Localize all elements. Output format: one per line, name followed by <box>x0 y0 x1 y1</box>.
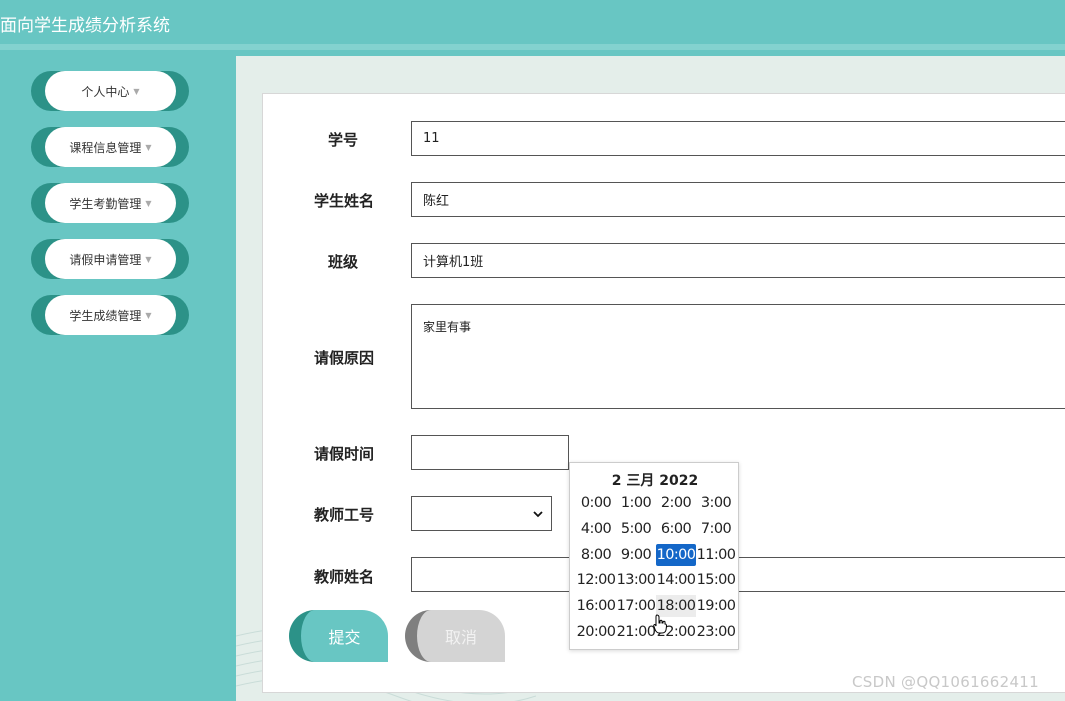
time-option[interactable]: 17:00 <box>616 595 656 617</box>
class-field[interactable]: 计算机1班 <box>411 243 1065 278</box>
caret-down-icon: ▼ <box>145 198 152 208</box>
student-name-label: 学生姓名 <box>314 192 375 210</box>
time-option[interactable]: 8:00 <box>576 544 616 566</box>
time-picker-row: 0:00 1:00 2:00 3:00 <box>576 492 738 514</box>
sidebar-item-label: 个人中心 <box>81 84 130 99</box>
time-option[interactable]: 23:00 <box>696 621 736 643</box>
teacher-name-label: 教师姓名 <box>314 568 375 586</box>
time-option[interactable]: 16:00 <box>576 595 616 617</box>
caret-down-icon: ▼ <box>145 142 152 152</box>
student-id-field[interactable]: 11 <box>411 121 1065 156</box>
time-option[interactable]: 3:00 <box>696 492 736 514</box>
time-option[interactable]: 20:00 <box>576 621 616 643</box>
time-option[interactable]: 11:00 <box>696 544 736 566</box>
leave-time-input[interactable] <box>411 435 569 470</box>
student-id-label: 学号 <box>328 131 359 149</box>
time-option[interactable]: 15:00 <box>696 569 736 591</box>
time-option[interactable]: 19:00 <box>696 595 736 617</box>
sidebar-item-label: 学生考勤管理 <box>69 196 142 211</box>
time-picker-date: 2 三月 2022 <box>611 473 699 489</box>
time-option[interactable]: 7:00 <box>696 518 736 540</box>
time-option[interactable]: 9:00 <box>616 544 656 566</box>
teacher-id-label: 教师工号 <box>314 506 375 524</box>
time-option[interactable]: 1:00 <box>616 492 656 514</box>
caret-down-icon: ▼ <box>145 254 152 264</box>
sidebar-item-label: 课程信息管理 <box>69 140 142 155</box>
student-name-field[interactable]: 陈红 <box>411 182 1065 217</box>
time-option[interactable]: 6:00 <box>656 518 696 540</box>
app-header: 面向学生成绩分析系统 <box>0 0 1065 50</box>
student-id-value: 11 <box>423 131 440 146</box>
time-option[interactable]: 5:00 <box>616 518 656 540</box>
reason-value: 家里有事 <box>423 320 472 334</box>
sidebar-item-label: 请假申请管理 <box>69 252 142 267</box>
sidebar-item-leave-request[interactable]: 请假申请管理 ▼ <box>31 239 189 279</box>
time-picker-row: 4:00 5:00 6:00 7:00 <box>576 518 738 540</box>
app-title: 面向学生成绩分析系统 <box>0 16 170 36</box>
hand-cursor-icon <box>653 614 667 634</box>
time-option[interactable]: 2:00 <box>656 492 696 514</box>
time-option[interactable]: 0:00 <box>576 492 616 514</box>
time-option[interactable]: 13:00 <box>616 569 656 591</box>
time-option[interactable]: 21:00 <box>616 621 656 643</box>
reason-textarea[interactable]: 家里有事 <box>411 304 1065 409</box>
time-picker-row: 8:00 9:00 10:00 11:00 <box>576 544 738 566</box>
class-label: 班级 <box>328 253 359 271</box>
cancel-button[interactable]: 取消 <box>405 610 505 662</box>
time-option-selected[interactable]: 10:00 <box>656 544 696 566</box>
reason-label: 请假原因 <box>314 349 375 367</box>
chevron-down-icon <box>533 510 543 517</box>
time-option[interactable]: 4:00 <box>576 518 616 540</box>
sidebar: 个人中心 ▼ 课程信息管理 ▼ 学生考勤管理 ▼ 请假申请管理 ▼ 学生成绩管理 ▼ <box>0 56 236 701</box>
class-value: 计算机1班 <box>423 255 484 270</box>
time-option[interactable]: 12:00 <box>576 569 616 591</box>
caret-down-icon: ▼ <box>145 310 152 320</box>
caret-down-icon: ▼ <box>133 86 140 96</box>
time-picker-row: 12:00 13:00 14:00 15:00 <box>576 569 738 591</box>
sidebar-item-label: 学生成绩管理 <box>69 308 142 323</box>
sidebar-item-grades[interactable]: 学生成绩管理 ▼ <box>31 295 189 335</box>
sidebar-item-attendance[interactable]: 学生考勤管理 ▼ <box>31 183 189 223</box>
sidebar-item-course-info[interactable]: 课程信息管理 ▼ <box>31 127 189 167</box>
watermark: CSDN @QQ1061662411 <box>852 673 1039 691</box>
time-option[interactable]: 14:00 <box>656 569 696 591</box>
sidebar-item-personal-center[interactable]: 个人中心 ▼ <box>31 71 189 111</box>
leave-time-label: 请假时间 <box>314 445 375 463</box>
teacher-id-select[interactable] <box>411 496 552 531</box>
submit-button[interactable]: 提交 <box>289 610 388 662</box>
student-name-value: 陈红 <box>423 194 450 209</box>
